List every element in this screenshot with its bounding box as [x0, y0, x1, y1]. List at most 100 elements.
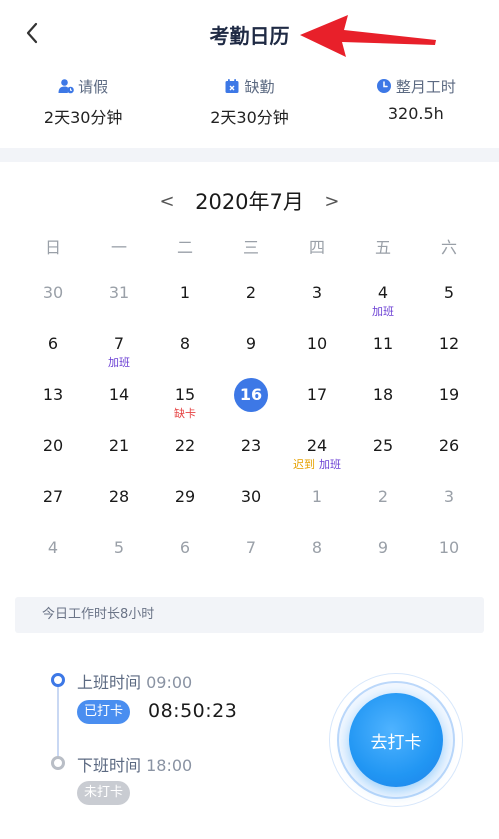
- leave-value: 2天30分钟: [43, 108, 123, 127]
- calendar-day[interactable]: 8: [284, 531, 350, 582]
- calendar-day[interactable]: 31: [86, 276, 152, 327]
- month-label: 2020年7月: [195, 190, 304, 214]
- calendar-week-row: 6 7 加班 8 9 10 11 12: [20, 327, 482, 378]
- calendar-day[interactable]: 13: [20, 378, 86, 429]
- day-number: 3: [443, 487, 455, 506]
- calendar-day[interactable]: 7: [218, 531, 284, 582]
- calendar-day[interactable]: 12: [416, 327, 482, 378]
- day-number: 26: [438, 436, 460, 455]
- calendar-day[interactable]: 10: [284, 327, 350, 378]
- day-number: 5: [113, 538, 125, 557]
- day-number: 9: [377, 538, 389, 557]
- calendar-day[interactable]: 25: [350, 429, 416, 480]
- calendar-day[interactable]: 26: [416, 429, 482, 480]
- day-number: 10: [306, 334, 328, 353]
- clock-in-dot-icon: [51, 673, 65, 687]
- day-status-tags: 缺卡: [174, 408, 196, 420]
- day-number: 2: [245, 283, 257, 302]
- calendar-day[interactable]: 28: [86, 480, 152, 531]
- weekday-label: 六: [440, 238, 457, 257]
- leave-stat[interactable]: 请假 2天30分钟: [0, 72, 166, 144]
- calendar-day[interactable]: 23: [218, 429, 284, 480]
- clock-out-dot-icon: [51, 756, 65, 770]
- day-number: 4: [47, 538, 59, 557]
- status-tag-jiaban: 加班: [372, 305, 394, 318]
- calendar-day[interactable]: 1: [152, 276, 218, 327]
- timeline-connector: [57, 681, 59, 763]
- calendar-week-row: 20 21 22 23 24 迟到 加班 25 26: [20, 429, 482, 480]
- clock-in-row: 上班时间 09:00: [77, 669, 192, 693]
- calendar-day[interactable]: 17: [284, 378, 350, 429]
- calendar-day[interactable]: 4 加班: [350, 276, 416, 327]
- day-number: 11: [372, 334, 394, 353]
- day-number: 6: [179, 538, 191, 557]
- calendar-week-row: 13 14 15 缺卡 16 17 18 19: [20, 378, 482, 429]
- calendar-day[interactable]: 5: [416, 276, 482, 327]
- calendar-day[interactable]: 30: [20, 276, 86, 327]
- calendar-day[interactable]: 3: [416, 480, 482, 531]
- day-number: 1: [179, 283, 191, 302]
- calendar-grid: 30 31 1 2 3 4 加班 5 6 7 加班 8 9 10 11 12 13 14 15 缺卡 16 17 18 19 2…: [20, 276, 482, 582]
- calendar-day[interactable]: 6: [152, 531, 218, 582]
- calendar-day[interactable]: 10: [416, 531, 482, 582]
- calendar-day[interactable]: 7 加班: [86, 327, 152, 378]
- day-number: 29: [174, 487, 196, 506]
- calendar-day-today[interactable]: 16: [218, 378, 284, 429]
- monthly-hours-value: 320.5h: [387, 104, 444, 123]
- calendar-day[interactable]: 5: [86, 531, 152, 582]
- calendar-week-row: 27 28 29 30 1 2 3: [20, 480, 482, 531]
- day-number: 9: [245, 334, 257, 353]
- day-number: 13: [42, 385, 64, 404]
- clock-in-label: 上班时间: [77, 673, 142, 692]
- punch-button[interactable]: 去打卡: [349, 693, 443, 787]
- prev-month-button[interactable]: <: [157, 191, 177, 212]
- user-leave-icon: [58, 78, 74, 94]
- day-number: 20: [42, 436, 64, 455]
- day-number: 25: [372, 436, 394, 455]
- calendar-day[interactable]: 2: [218, 276, 284, 327]
- month-navigator: < 2020年7月 >: [0, 182, 499, 220]
- status-tag-jiaban: 加班: [108, 356, 130, 369]
- day-number: 14: [108, 385, 130, 404]
- calendar-day[interactable]: 11: [350, 327, 416, 378]
- next-month-button[interactable]: >: [322, 191, 342, 212]
- calendar-day[interactable]: 4: [20, 531, 86, 582]
- day-status-tags: 加班: [372, 306, 394, 318]
- clock-out-label: 下班时间: [77, 756, 142, 775]
- calendar-day[interactable]: 27: [20, 480, 86, 531]
- calendar-day[interactable]: 14: [86, 378, 152, 429]
- calendar-day[interactable]: 22: [152, 429, 218, 480]
- day-number: 27: [42, 487, 64, 506]
- day-number: 18: [372, 385, 394, 404]
- calendar-day[interactable]: 3: [284, 276, 350, 327]
- calendar-day[interactable]: 9: [218, 327, 284, 378]
- clock-out-row: 下班时间 18:00: [77, 752, 192, 776]
- calendar-day[interactable]: 29: [152, 480, 218, 531]
- day-number: 7: [245, 538, 257, 557]
- monthly-hours-stat[interactable]: 整月工时 320.5h: [333, 72, 499, 144]
- day-number: 1: [311, 487, 323, 506]
- calendar-day[interactable]: 18: [350, 378, 416, 429]
- calendar-day[interactable]: 21: [86, 429, 152, 480]
- day-number: 6: [47, 334, 59, 353]
- day-status-tags: 加班: [108, 357, 130, 369]
- calendar-day[interactable]: 19: [416, 378, 482, 429]
- day-number: 12: [438, 334, 460, 353]
- calendar-day[interactable]: 2: [350, 480, 416, 531]
- absence-stat[interactable]: 缺勤 2天30分钟: [166, 72, 332, 144]
- calendar-day[interactable]: 1: [284, 480, 350, 531]
- day-number: 5: [443, 283, 455, 302]
- status-tag-chidao: 迟到: [293, 458, 315, 471]
- monthly-hours-label: 整月工时: [395, 77, 456, 96]
- weekday-label: 五: [374, 238, 391, 257]
- calendar-day[interactable]: 24 迟到 加班: [284, 429, 350, 480]
- calendar-day[interactable]: 8: [152, 327, 218, 378]
- calendar-day[interactable]: 30: [218, 480, 284, 531]
- calendar-day[interactable]: 9: [350, 531, 416, 582]
- calendar-day[interactable]: 6: [20, 327, 86, 378]
- calendar-day[interactable]: 20: [20, 429, 86, 480]
- section-divider: [0, 148, 499, 162]
- clock-icon: [376, 78, 392, 94]
- day-status-tags: 迟到 加班: [293, 459, 341, 471]
- calendar-day[interactable]: 15 缺卡: [152, 378, 218, 429]
